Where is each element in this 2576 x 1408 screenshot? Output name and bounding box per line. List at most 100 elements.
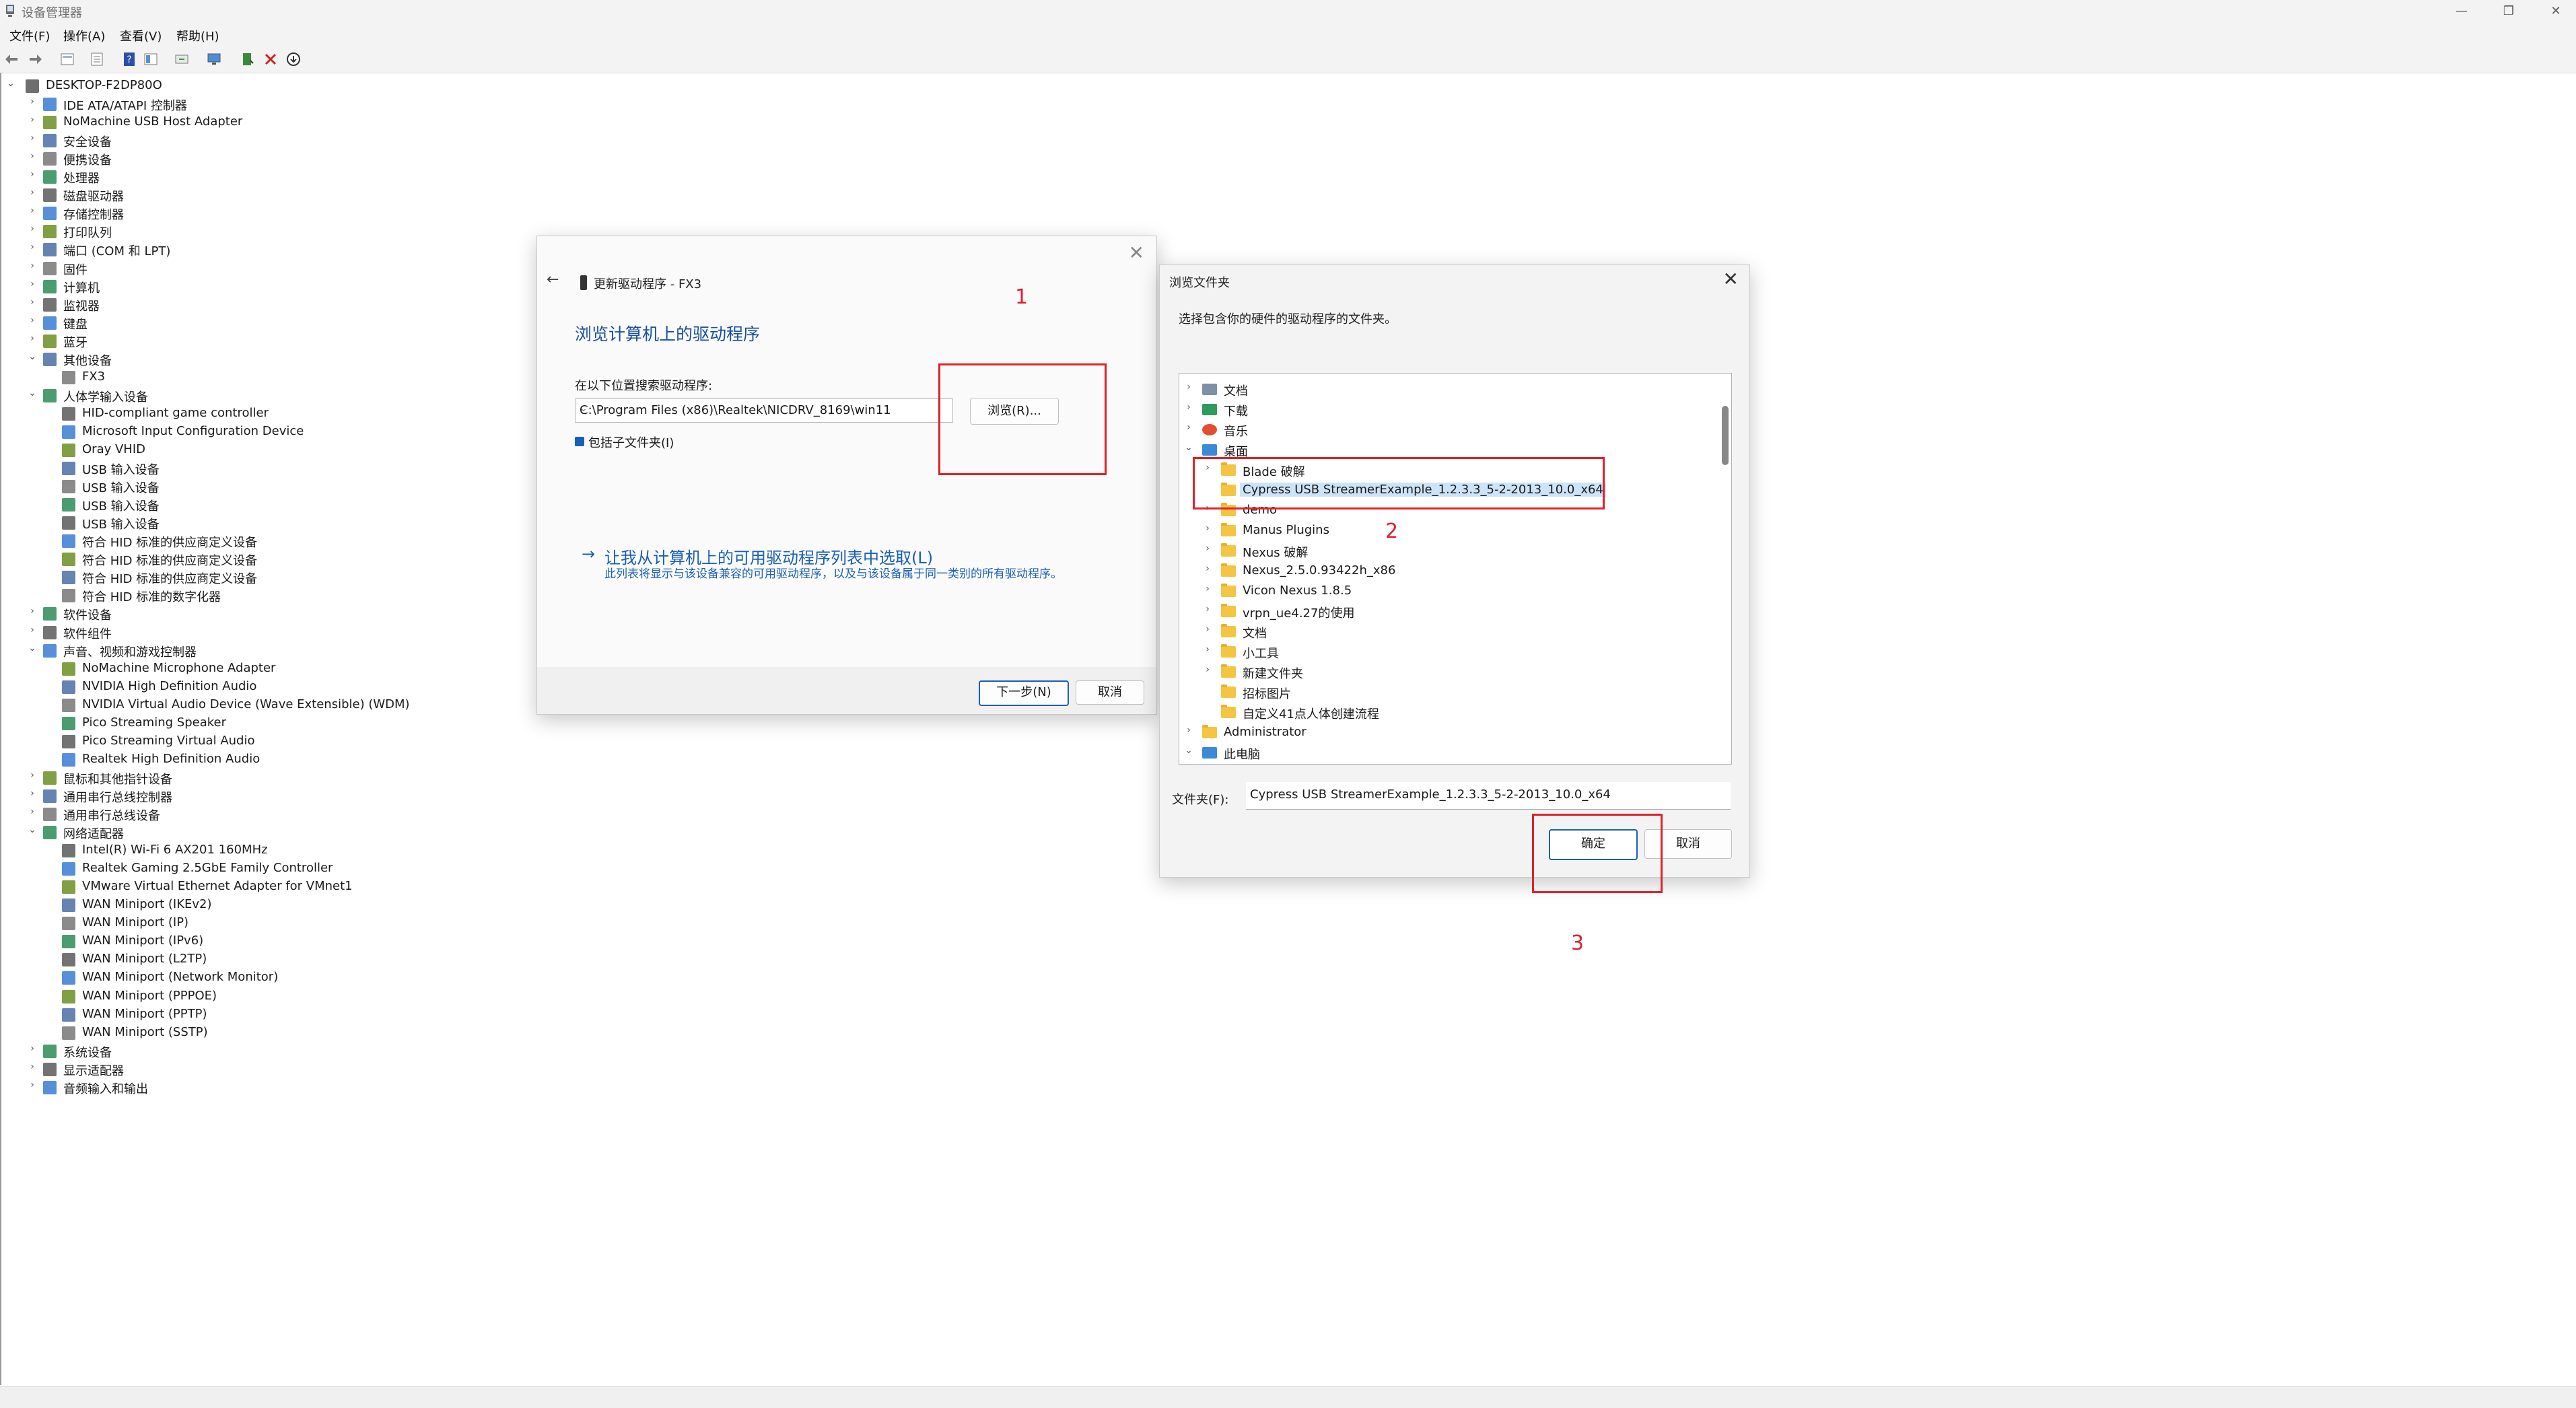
chevron-icon[interactable]: › <box>1202 644 1213 655</box>
folder-row[interactable]: ⌄ 此电脑 <box>1179 744 1718 763</box>
folder-row[interactable]: › Administrator <box>1179 724 1718 742</box>
chevron-icon[interactable]: › <box>27 169 38 180</box>
forward-icon[interactable] <box>27 51 43 67</box>
device-icon <box>43 643 57 658</box>
back-arrow-icon[interactable]: ← <box>547 271 559 288</box>
folder-row[interactable]: › 新建文件夹 <box>1179 663 1718 682</box>
chevron-icon[interactable]: › <box>1202 664 1213 675</box>
folder-icon <box>1221 543 1236 557</box>
folder-row[interactable]: 招标图片 <box>1179 683 1718 702</box>
chevron-icon[interactable]: › <box>27 770 38 781</box>
arrow-right-icon[interactable]: → <box>582 544 595 563</box>
refresh-icon[interactable] <box>174 51 190 67</box>
chevron-icon[interactable]: › <box>27 205 38 216</box>
menu-view[interactable]: 查看(V) <box>120 27 162 44</box>
device-icon <box>62 989 75 1004</box>
chevron-icon[interactable]: › <box>1202 624 1213 635</box>
uninstall-icon[interactable] <box>263 51 279 67</box>
chevron-icon[interactable]: › <box>1202 523 1213 534</box>
folder-row[interactable]: › 下载 <box>1179 400 1718 419</box>
folder-row[interactable]: ›WPS云盘 <box>1179 764 1718 765</box>
chevron-icon[interactable]: › <box>1183 422 1194 433</box>
chevron-icon[interactable]: › <box>27 297 38 308</box>
chevron-icon[interactable]: › <box>27 96 38 107</box>
device-icon <box>62 752 75 767</box>
folder-row[interactable]: › 小工具 <box>1179 643 1718 662</box>
chevron-icon[interactable]: › <box>27 333 38 344</box>
chevron-icon[interactable]: ⌄ <box>1183 442 1194 453</box>
chevron-icon[interactable]: › <box>1202 604 1213 614</box>
chevron-icon[interactable]: › <box>27 788 38 799</box>
chevron-down-icon[interactable]: ⌄ <box>580 403 948 414</box>
menu-help[interactable]: 帮助(H) <box>176 27 219 44</box>
folder-row[interactable]: › Manus Plugins <box>1179 522 1718 540</box>
pick-driver-link[interactable]: 让我从计算机上的可用驱动程序列表中选取(L) <box>604 544 933 568</box>
device-icon <box>62 680 75 694</box>
dialog-title: 浏览文件夹 <box>1169 276 1230 290</box>
folder-row[interactable]: › Nexus 破解 <box>1179 542 1718 561</box>
folder-row[interactable]: › 文档 <box>1179 623 1718 641</box>
chevron-icon[interactable]: ⌄ <box>27 388 38 398</box>
chevron-icon[interactable]: › <box>1183 402 1194 413</box>
driver-path-input[interactable]: C:\Program Files (x86)\Realtek\NICDRV_81… <box>575 398 953 423</box>
chevron-icon[interactable]: › <box>27 187 38 198</box>
chevron-icon[interactable]: ⌄ <box>27 643 38 654</box>
chevron-icon[interactable]: ⌄ <box>1183 745 1194 756</box>
scrollbar-thumb[interactable] <box>1722 406 1729 465</box>
folder-input[interactable]: Cypress USB StreamerExample_1.2.3.3_5-2-… <box>1246 782 1731 810</box>
add-driver-icon[interactable] <box>240 51 256 67</box>
chevron-icon[interactable]: › <box>27 133 38 143</box>
device-icon <box>62 480 75 494</box>
folder-row[interactable]: › Nexus_2.5.0.93422h_x86 <box>1179 562 1718 581</box>
folder-row[interactable]: › 音乐 <box>1179 421 1718 439</box>
tree-item-label: 通用串行总线设备 <box>63 809 160 823</box>
close-icon[interactable]: ✕ <box>1723 268 1739 290</box>
menu-action[interactable]: 操作(A) <box>63 27 105 44</box>
cancel-button[interactable]: 取消 <box>1076 680 1144 705</box>
device-icon <box>43 98 57 112</box>
chevron-icon[interactable]: › <box>1183 725 1194 736</box>
chevron-icon[interactable]: › <box>27 151 38 162</box>
close-button[interactable]: ✕ <box>2536 0 2576 23</box>
chevron-icon[interactable]: › <box>27 279 38 289</box>
chevron-icon[interactable]: ⌄ <box>5 78 16 89</box>
chevron-icon[interactable]: › <box>27 606 38 617</box>
include-subfolders-checkbox[interactable] <box>575 437 584 446</box>
folder-row[interactable]: › vrpn_ue4.27的使用 <box>1179 602 1718 621</box>
chevron-icon[interactable]: › <box>27 1061 38 1072</box>
include-subfolders-label[interactable]: 包括子文件夹(I) <box>588 433 674 451</box>
folder-row[interactable]: › Vicon Nexus 1.8.5 <box>1179 582 1718 601</box>
properties-icon[interactable] <box>59 51 75 67</box>
list-icon[interactable] <box>89 51 105 67</box>
chevron-icon[interactable]: › <box>27 114 38 125</box>
menu-file[interactable]: 文件(F) <box>9 27 50 44</box>
chevron-icon[interactable]: › <box>27 1043 38 1054</box>
chevron-icon[interactable]: › <box>27 1080 38 1090</box>
chevron-icon[interactable]: › <box>27 806 38 817</box>
chevron-icon[interactable]: ⌄ <box>27 351 38 362</box>
folder-row[interactable]: › 文档 <box>1179 380 1718 399</box>
chevron-icon[interactable]: › <box>27 242 38 252</box>
device-icon <box>43 207 57 221</box>
tree-item-label: 固件 <box>63 262 88 277</box>
chevron-icon[interactable]: › <box>27 223 38 234</box>
chevron-icon[interactable]: › <box>1183 382 1194 392</box>
chevron-icon[interactable]: › <box>27 260 38 271</box>
back-icon[interactable] <box>4 51 20 67</box>
chevron-icon[interactable]: ⌄ <box>27 824 38 835</box>
download-icon[interactable] <box>285 51 302 67</box>
chevron-icon[interactable]: › <box>27 315 38 326</box>
chevron-icon[interactable]: › <box>1202 584 1213 594</box>
view-icon[interactable] <box>143 51 159 67</box>
chevron-icon[interactable]: › <box>1202 563 1213 574</box>
minimize-button[interactable]: — <box>2441 0 2482 23</box>
folder-tree[interactable]: › 文档 › 下载 › 音乐 ⌄ 桌面 › Blade 破解 Cypress USB Streame… <box>1179 373 1732 765</box>
next-button[interactable]: 下一步(N) <box>979 680 1069 706</box>
folder-row[interactable]: 自定义41点人体创建流程 <box>1179 703 1718 722</box>
monitor-icon[interactable] <box>206 51 222 67</box>
restore-button[interactable]: ❐ <box>2488 0 2529 23</box>
chevron-icon[interactable]: › <box>1202 543 1213 554</box>
close-icon[interactable]: ✕ <box>1129 242 1144 264</box>
chevron-icon[interactable]: › <box>27 625 38 635</box>
help-icon[interactable]: ? <box>121 51 137 67</box>
